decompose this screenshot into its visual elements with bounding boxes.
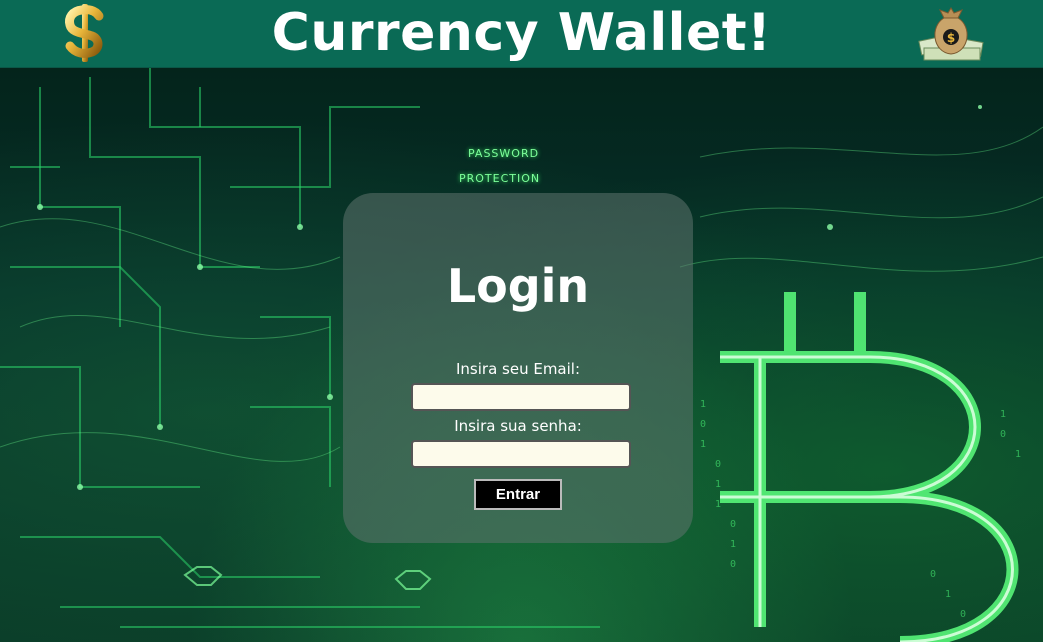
svg-text:0: 0 — [700, 419, 706, 430]
login-title: Login — [446, 259, 590, 313]
login-card: Login Insira seu Email: Insira sua senha… — [343, 193, 693, 543]
svg-text:$: $ — [947, 31, 955, 45]
app-header: Currency Wallet! $ — [0, 0, 1043, 68]
svg-text:0: 0 — [730, 559, 736, 570]
money-bag-icon: $ — [918, 7, 984, 61]
svg-text:0: 0 — [930, 569, 936, 580]
protection-overlay-text: PROTECTION — [459, 172, 541, 185]
email-input[interactable] — [411, 383, 631, 411]
email-label: Insira seu Email: — [455, 360, 581, 378]
svg-text:0: 0 — [960, 609, 966, 620]
submit-button[interactable]: Entrar — [474, 479, 562, 510]
svg-text:1: 1 — [715, 479, 721, 490]
password-input[interactable] — [411, 440, 631, 468]
svg-text:0: 0 — [730, 519, 736, 530]
svg-text:1: 1 — [730, 539, 736, 550]
svg-text:1: 1 — [715, 499, 721, 510]
svg-text:0: 0 — [715, 459, 721, 470]
svg-text:1: 1 — [700, 439, 706, 450]
svg-text:1: 1 — [1000, 409, 1006, 420]
svg-text:1: 1 — [1015, 449, 1021, 460]
app-title: Currency Wallet! — [271, 3, 772, 63]
svg-text:1: 1 — [700, 399, 706, 410]
password-label: Insira sua senha: — [454, 417, 582, 435]
password-overlay-text: PASSWORD — [468, 147, 540, 160]
svg-text:1: 1 — [945, 589, 951, 600]
svg-text:0: 0 — [1000, 429, 1006, 440]
